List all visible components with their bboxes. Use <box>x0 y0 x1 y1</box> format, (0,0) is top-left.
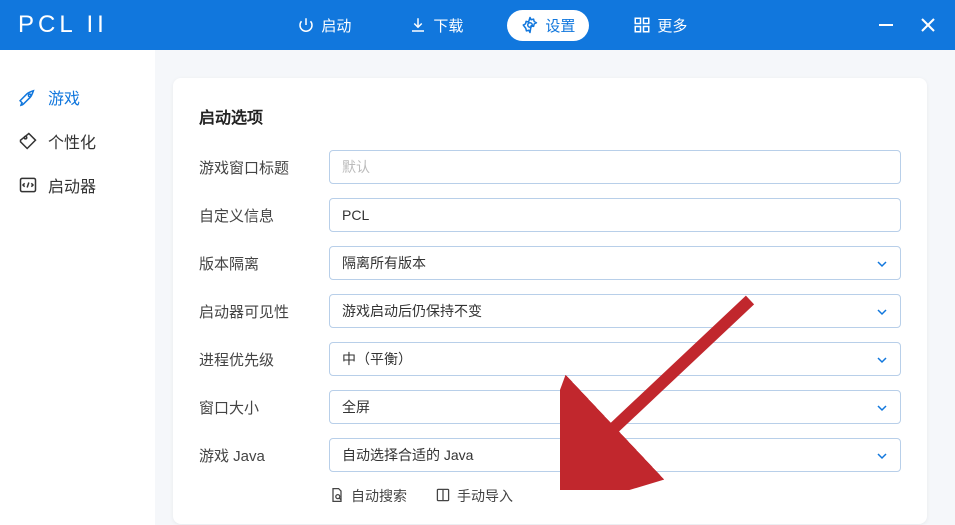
titlebar: PCL II 启动 下载 设置 更多 <box>0 0 955 50</box>
row-isolation: 版本隔离 隔离所有版本 <box>199 246 901 280</box>
grid-icon <box>633 16 651 34</box>
select-visibility[interactable]: 游戏启动后仍保持不变 <box>329 294 901 328</box>
chevron-down-icon <box>876 449 888 461</box>
manual-import-button[interactable]: 手动导入 <box>435 486 513 506</box>
sidebar-personalize-label: 个性化 <box>48 129 96 153</box>
close-button[interactable] <box>919 16 937 34</box>
row-java: 游戏 Java 自动选择合适的 Java <box>199 438 901 472</box>
power-icon <box>297 16 315 34</box>
input-custom-info[interactable] <box>329 198 901 232</box>
tag-icon <box>18 131 38 151</box>
nav-settings-label: 设置 <box>545 15 575 36</box>
launch-options-card: 启动选项 游戏窗口标题 自定义信息 版本隔离 隔离所有版本 启动器可见性 游戏 <box>173 78 927 524</box>
select-priority-value: 中（平衡） <box>342 349 412 369</box>
content: 启动选项 游戏窗口标题 自定义信息 版本隔离 隔离所有版本 启动器可见性 游戏 <box>155 50 955 525</box>
sidebar-game-label: 游戏 <box>48 85 80 109</box>
code-icon <box>18 175 38 195</box>
file-search-icon <box>329 487 345 506</box>
nav-launch-label: 启动 <box>321 15 351 36</box>
select-java[interactable]: 自动选择合适的 Java <box>329 438 901 472</box>
manual-import-label: 手动导入 <box>457 486 513 506</box>
nav-more[interactable]: 更多 <box>619 10 701 41</box>
java-actions: 自动搜索 手动导入 <box>329 486 901 506</box>
row-window-size: 窗口大小 全屏 <box>199 390 901 424</box>
auto-search-button[interactable]: 自动搜索 <box>329 486 407 506</box>
auto-search-label: 自动搜索 <box>351 486 407 506</box>
label-isolation: 版本隔离 <box>199 253 329 274</box>
select-java-value: 自动选择合适的 Java <box>342 445 473 465</box>
app-logo: PCL II <box>18 11 108 39</box>
label-window-size: 窗口大小 <box>199 397 329 418</box>
label-custom-info: 自定义信息 <box>199 205 329 226</box>
nav-more-label: 更多 <box>657 15 687 36</box>
label-java: 游戏 Java <box>199 445 329 466</box>
row-priority: 进程优先级 中（平衡） <box>199 342 901 376</box>
select-window-size-value: 全屏 <box>342 397 370 417</box>
minimize-button[interactable] <box>877 16 895 34</box>
sidebar-item-launcher[interactable]: 启动器 <box>0 163 155 207</box>
card-title: 启动选项 <box>199 104 901 128</box>
download-icon <box>409 16 427 34</box>
nav-settings[interactable]: 设置 <box>507 10 589 41</box>
chevron-down-icon <box>876 401 888 413</box>
nav-download[interactable]: 下载 <box>395 10 477 41</box>
nav-launch[interactable]: 启动 <box>283 10 365 41</box>
row-window-title: 游戏窗口标题 <box>199 150 901 184</box>
chevron-down-icon <box>876 257 888 269</box>
window-controls <box>877 16 937 34</box>
label-window-title: 游戏窗口标题 <box>199 157 329 178</box>
sidebar-item-game[interactable]: 游戏 <box>0 75 155 119</box>
select-priority[interactable]: 中（平衡） <box>329 342 901 376</box>
label-priority: 进程优先级 <box>199 349 329 370</box>
chevron-down-icon <box>876 353 888 365</box>
sidebar: 游戏 个性化 启动器 <box>0 50 155 525</box>
chevron-down-icon <box>876 305 888 317</box>
input-window-title[interactable] <box>329 150 901 184</box>
select-visibility-value: 游戏启动后仍保持不变 <box>342 301 482 321</box>
nav-center: 启动 下载 设置 更多 <box>108 10 877 41</box>
nav-download-label: 下载 <box>433 15 463 36</box>
row-visibility: 启动器可见性 游戏启动后仍保持不变 <box>199 294 901 328</box>
rocket-icon <box>18 87 38 107</box>
sidebar-launcher-label: 启动器 <box>48 173 96 197</box>
select-isolation-value: 隔离所有版本 <box>342 253 426 273</box>
select-window-size[interactable]: 全屏 <box>329 390 901 424</box>
main: 游戏 个性化 启动器 启动选项 游戏窗口标题 自定义信息 <box>0 50 955 525</box>
gear-icon <box>521 16 539 34</box>
sidebar-item-personalize[interactable]: 个性化 <box>0 119 155 163</box>
select-isolation[interactable]: 隔离所有版本 <box>329 246 901 280</box>
label-visibility: 启动器可见性 <box>199 301 329 322</box>
row-custom-info: 自定义信息 <box>199 198 901 232</box>
import-icon <box>435 487 451 506</box>
